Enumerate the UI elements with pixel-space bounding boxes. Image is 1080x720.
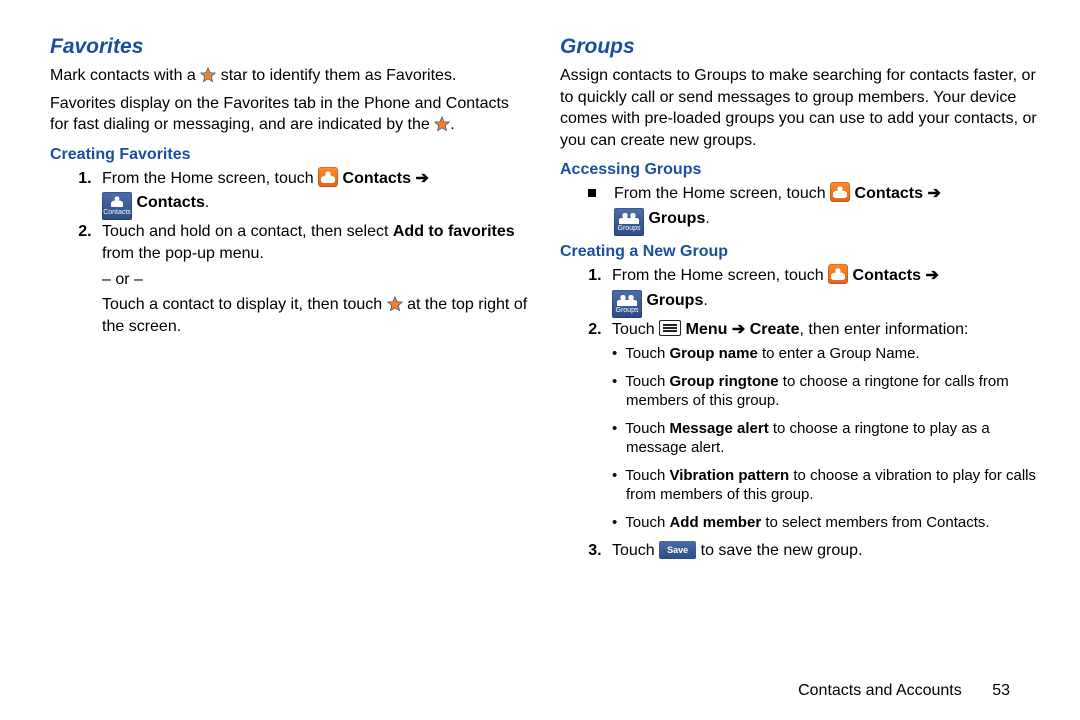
creating-favorites-steps: From the Home screen, touch Contacts ➔ C… bbox=[50, 168, 530, 265]
create-label: Create bbox=[750, 321, 800, 338]
contacts-app-icon bbox=[830, 182, 850, 202]
accessing-groups-steps: From the Home screen, touch Contacts ➔ G… bbox=[560, 183, 1040, 233]
groups-tab-label: Groups bbox=[646, 292, 703, 309]
contacts-label: Contacts bbox=[853, 267, 921, 284]
contacts-app-icon bbox=[318, 167, 338, 187]
groups-tab-icon: Groups bbox=[614, 208, 644, 236]
text: Touch bbox=[625, 373, 669, 390]
contacts-app-icon bbox=[828, 264, 848, 284]
accessing-groups-heading: Accessing Groups bbox=[560, 161, 1040, 179]
period: . bbox=[450, 116, 454, 133]
star-icon bbox=[200, 67, 216, 83]
star-icon bbox=[387, 296, 403, 312]
bold-text: Vibration pattern bbox=[669, 467, 789, 484]
contacts-label: Contacts bbox=[343, 170, 411, 187]
period: . bbox=[703, 292, 707, 309]
groups-intro: Assign contacts to Groups to make search… bbox=[560, 65, 1040, 151]
page-number: 53 bbox=[992, 682, 1010, 699]
text: Touch bbox=[625, 345, 669, 362]
group-info-bullets: Touch Group name to enter a Group Name. … bbox=[612, 344, 1040, 532]
left-column: Favorites Mark contacts with a star to i… bbox=[50, 35, 530, 678]
bold-text: Message alert bbox=[669, 420, 768, 437]
create-step-3: Touch Save to save the new group. bbox=[606, 540, 1040, 562]
text: Mark contacts with a bbox=[50, 67, 200, 84]
footer-section: Contacts and Accounts bbox=[798, 682, 962, 699]
or-divider: – or – bbox=[102, 269, 530, 291]
bullet-group-ringtone: Touch Group ringtone to choose a rington… bbox=[612, 372, 1040, 411]
bold-text: Group ringtone bbox=[669, 373, 778, 390]
text: Touch bbox=[612, 542, 659, 559]
period: . bbox=[705, 210, 709, 227]
arrow-icon: ➔ bbox=[415, 170, 428, 187]
star-icon bbox=[434, 116, 450, 132]
contacts-tab-icon: Contacts bbox=[102, 192, 132, 220]
text: to save the new group. bbox=[701, 542, 863, 559]
page-footer: Contacts and Accounts 53 bbox=[50, 678, 1040, 700]
access-step: From the Home screen, touch Contacts ➔ G… bbox=[606, 183, 1040, 233]
bullet-group-name: Touch Group name to enter a Group Name. bbox=[612, 344, 1040, 364]
bullet-message-alert: Touch Message alert to choose a ringtone… bbox=[612, 419, 1040, 458]
bullet-vibration: Touch Vibration pattern to choose a vibr… bbox=[612, 466, 1040, 505]
text: , then enter information: bbox=[800, 321, 969, 338]
arrow-icon: ➔ bbox=[732, 321, 745, 338]
text: From the Home screen, touch bbox=[612, 267, 828, 284]
save-button-icon: Save bbox=[659, 541, 696, 559]
text: From the Home screen, touch bbox=[102, 170, 318, 187]
menu-icon bbox=[659, 320, 681, 336]
bullet-add-member: Touch Add member to select members from … bbox=[612, 513, 1040, 533]
creating-favorites-heading: Creating Favorites bbox=[50, 146, 530, 164]
creating-group-steps-cont: Touch Save to save the new group. bbox=[560, 540, 1040, 562]
groups-heading: Groups bbox=[560, 35, 1040, 59]
favorites-heading: Favorites bbox=[50, 35, 530, 59]
text: Touch bbox=[625, 467, 669, 484]
arrow-icon: ➔ bbox=[925, 267, 938, 284]
text: Touch bbox=[625, 420, 669, 437]
bold-text: Add to favorites bbox=[393, 223, 515, 240]
create-step-1: From the Home screen, touch Contacts ➔ G… bbox=[606, 265, 1040, 315]
groups-tab-label: Groups bbox=[648, 210, 705, 227]
text: From the Home screen, touch bbox=[614, 185, 830, 202]
arrow-icon: ➔ bbox=[927, 185, 940, 202]
text: from the pop-up menu. bbox=[102, 245, 264, 262]
creating-group-steps: From the Home screen, touch Contacts ➔ G… bbox=[560, 265, 1040, 340]
groups-tab-icon: Groups bbox=[612, 290, 642, 318]
step-2: Touch and hold on a contact, then select… bbox=[96, 221, 530, 264]
text: to select members from Contacts. bbox=[761, 514, 989, 531]
text: Touch and hold on a contact, then select bbox=[102, 223, 393, 240]
text: Touch a contact to display it, then touc… bbox=[102, 296, 387, 313]
step-1: From the Home screen, touch Contacts ➔ C… bbox=[96, 168, 530, 218]
text: Touch bbox=[625, 514, 669, 531]
creating-group-heading: Creating a New Group bbox=[560, 243, 1040, 261]
right-column: Groups Assign contacts to Groups to make… bbox=[560, 35, 1040, 678]
text: to enter a Group Name. bbox=[758, 345, 920, 362]
alt-step: Touch a contact to display it, then touc… bbox=[102, 294, 530, 337]
text: star to identify them as Favorites. bbox=[221, 67, 457, 84]
text: Touch bbox=[612, 321, 659, 338]
bold-text: Group name bbox=[669, 345, 757, 362]
menu-label: Menu bbox=[686, 321, 728, 338]
favorites-intro-2: Favorites display on the Favorites tab i… bbox=[50, 93, 530, 136]
contacts-tab-label: Contacts bbox=[136, 195, 204, 212]
bold-text: Add member bbox=[669, 514, 761, 531]
create-step-2: Touch Menu ➔ Create, then enter informat… bbox=[606, 319, 1040, 341]
period: . bbox=[205, 195, 209, 212]
contacts-label: Contacts bbox=[855, 185, 923, 202]
favorites-intro-1: Mark contacts with a star to identify th… bbox=[50, 65, 530, 87]
